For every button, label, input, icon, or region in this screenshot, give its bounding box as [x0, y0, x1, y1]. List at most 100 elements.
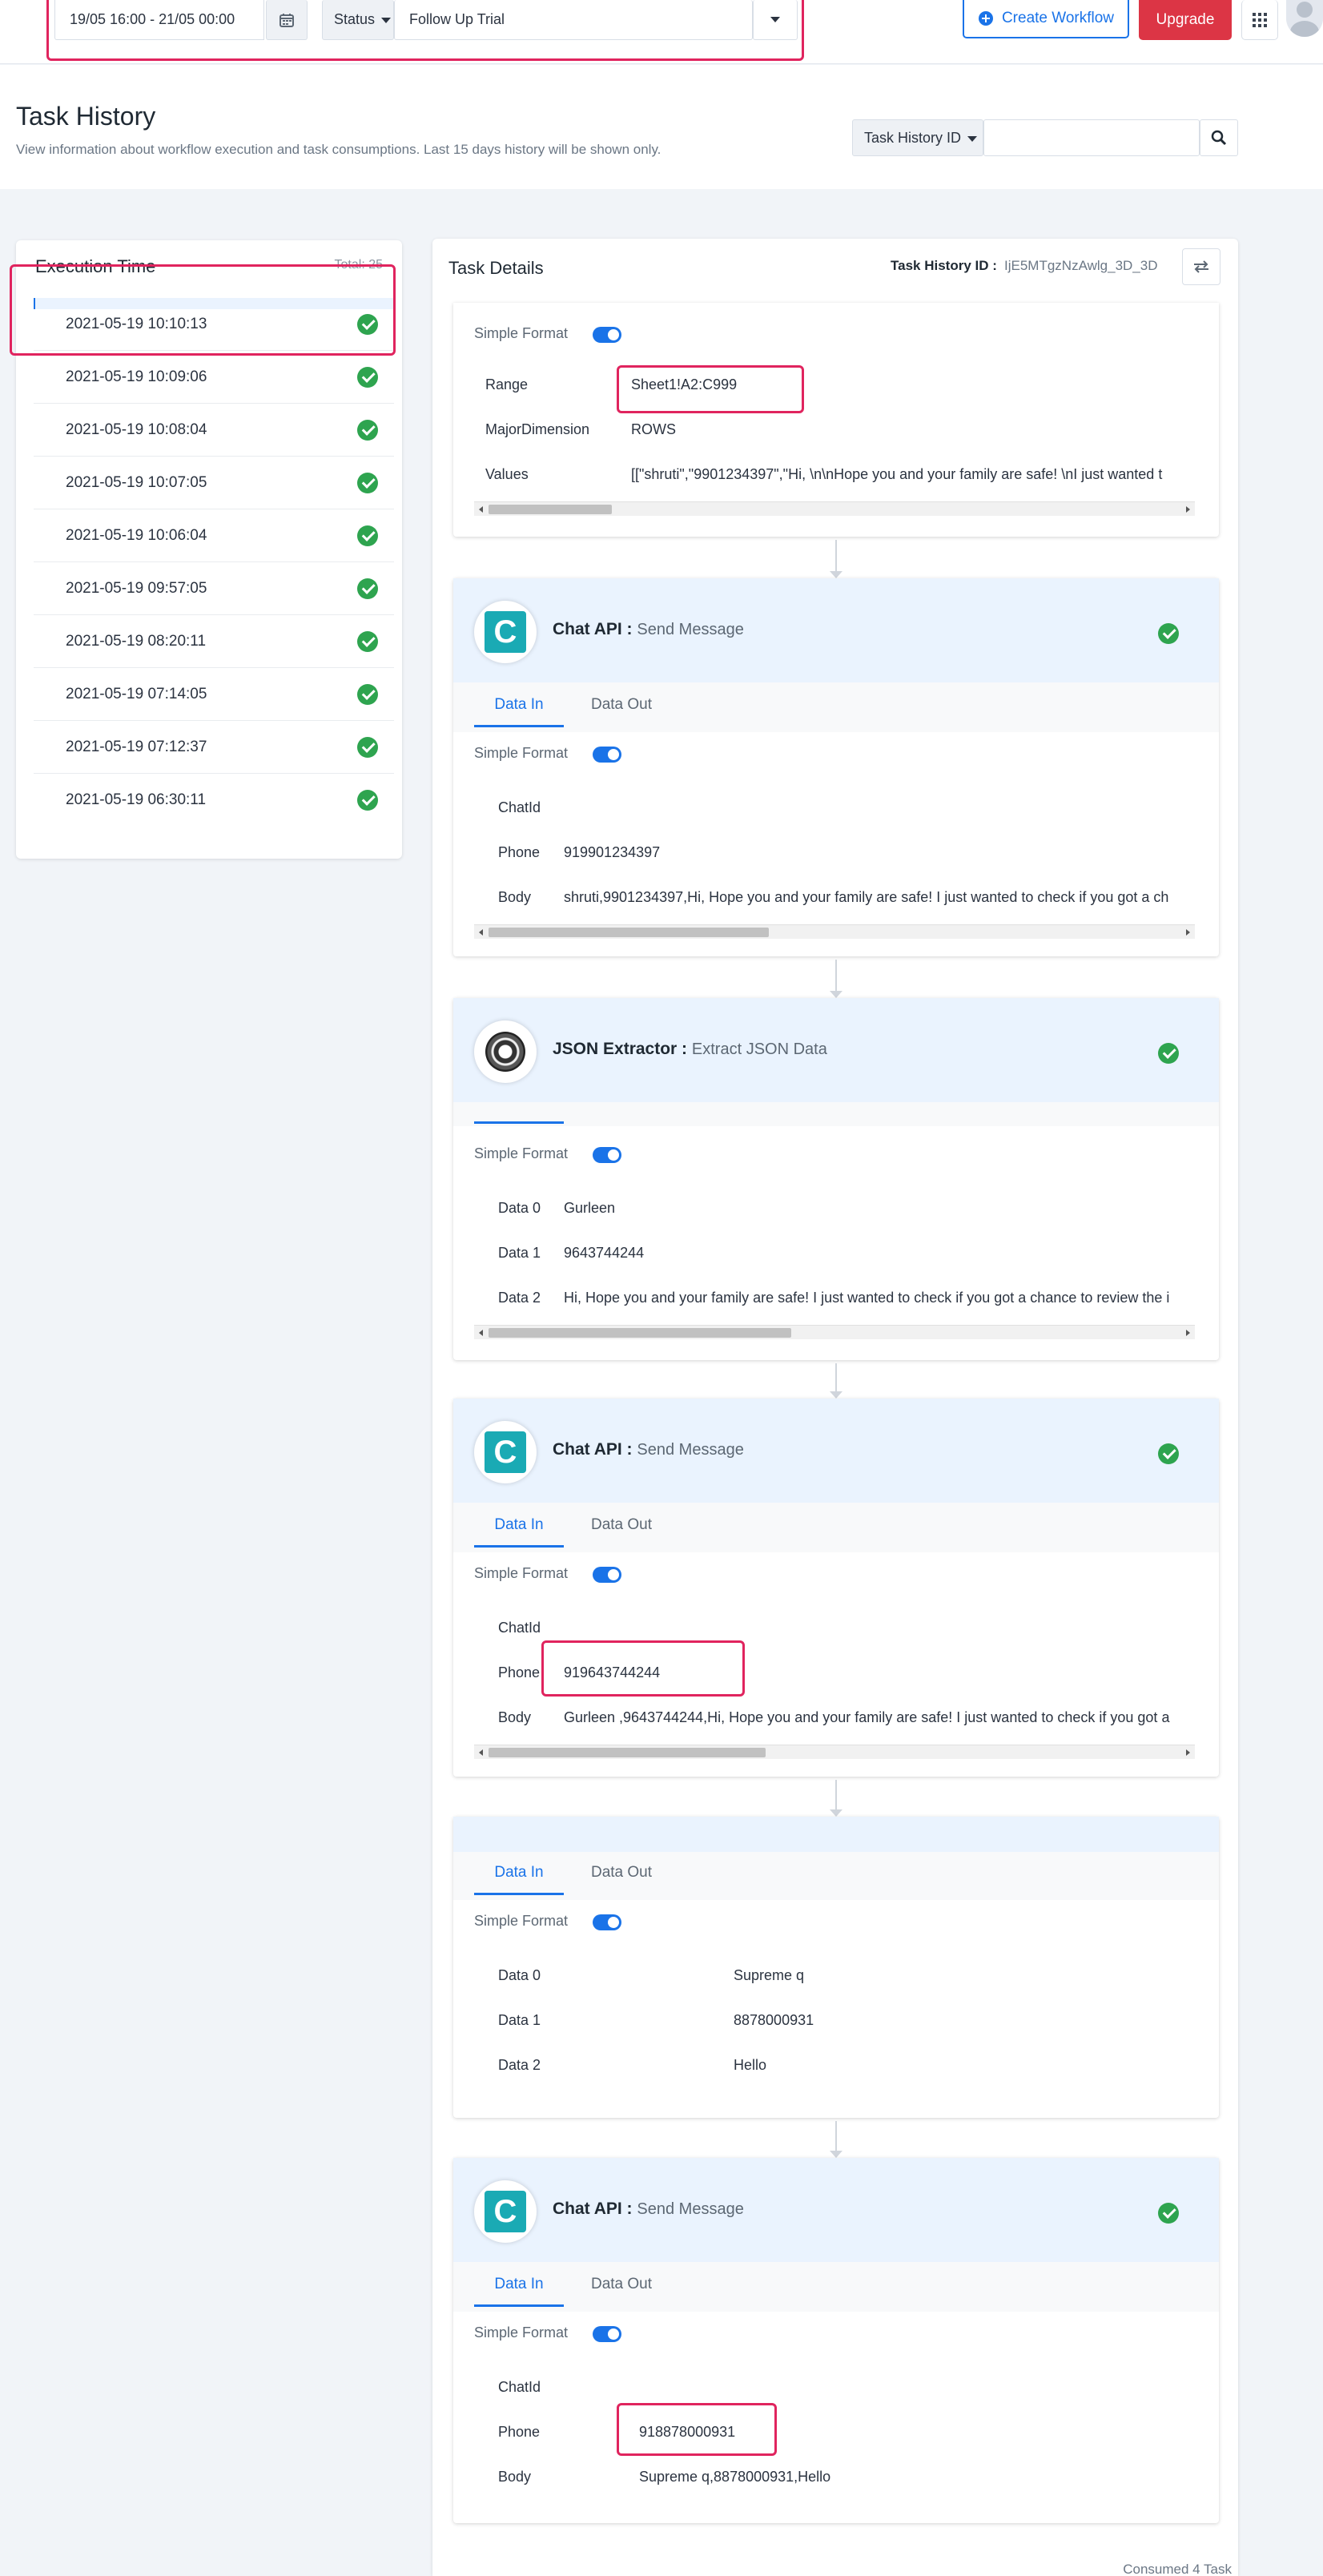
success-check-icon: [1158, 1043, 1179, 1064]
tab-data-in[interactable]: Data In: [474, 2265, 564, 2307]
data-table: ChatId Phone 919643744244 Body Gurleen ,96…: [485, 1602, 1195, 1745]
simple-format-toggle[interactable]: [593, 1147, 621, 1163]
top-bar: 19/05 16:00 - 21/05 00:00 Status Follow …: [0, 0, 1323, 64]
upgrade-label: Upgrade: [1156, 11, 1215, 28]
execution-time: 2021-05-19 07:14:05: [66, 686, 207, 702]
tab-data-out[interactable]: Data Out: [577, 1854, 666, 1895]
success-check-icon: [357, 525, 378, 546]
swap-icon: [1194, 260, 1208, 273]
chat-api-logo: C: [474, 2180, 537, 2243]
execution-row[interactable]: 2021-05-19 09:57:05: [34, 562, 394, 615]
apps-grid-button[interactable]: [1241, 0, 1278, 40]
page-title: Task History: [16, 102, 156, 131]
search-button[interactable]: [1200, 119, 1238, 156]
simple-format-toggle[interactable]: [593, 2326, 621, 2342]
tab-data-in[interactable]: Data In: [474, 1854, 564, 1895]
app-name: Chat API :: [553, 1440, 633, 1459]
execution-row[interactable]: 2021-05-19 06:30:11: [34, 774, 394, 827]
step-connector: [830, 960, 842, 998]
scroll-thumb[interactable]: [489, 1328, 791, 1338]
simple-format-label: Simple Format: [474, 1913, 569, 1929]
action-name: Send Message: [637, 621, 744, 638]
search-input[interactable]: [983, 119, 1200, 156]
card-title: Chat API : Send Message: [553, 620, 744, 639]
execution-row[interactable]: 2021-05-19 07:12:37: [34, 721, 394, 774]
tab-data-in[interactable]: Data In: [474, 1506, 564, 1548]
simple-format-toggle[interactable]: [593, 1914, 621, 1930]
swap-button[interactable]: [1182, 248, 1220, 285]
simple-format-toggle[interactable]: [593, 747, 621, 763]
chat-api-icon: C: [485, 1431, 526, 1473]
simple-format-label: Simple Format: [474, 745, 569, 761]
execution-time: 2021-05-19 07:12:37: [66, 739, 207, 755]
data-table: Data 0 Gurleen Data 1 9643744244 Data 2 Hi,…: [485, 1182, 1195, 1325]
field-key: ChatId: [498, 799, 541, 815]
horizontal-scrollbar[interactable]: [474, 1745, 1195, 1759]
workflow-select[interactable]: Follow Up Trial: [394, 0, 753, 40]
tab-data-out[interactable]: Data Out: [577, 686, 666, 727]
chat-api-logo: C: [474, 1421, 537, 1483]
scroll-right-icon: [1186, 1330, 1190, 1336]
execution-row[interactable]: 2021-05-19 10:07:05: [34, 457, 394, 509]
execution-time: 2021-05-19 10:07:05: [66, 474, 207, 491]
success-check-icon: [357, 684, 378, 705]
tab-data-out[interactable]: Data Out: [577, 1506, 666, 1548]
horizontal-scrollbar[interactable]: [474, 501, 1195, 516]
execution-row[interactable]: 2021-05-19 10:10:13: [34, 298, 394, 351]
chevron-down-icon: [770, 17, 780, 22]
field-value: 918878000931: [639, 2424, 736, 2440]
tab-data-in[interactable]: Data In: [474, 686, 564, 727]
action-name: Extract JSON Data: [691, 1040, 827, 1058]
json-extractor-logo: [474, 1020, 537, 1083]
search-type-dropdown[interactable]: Task History ID: [852, 119, 983, 156]
create-workflow-button[interactable]: Create Workflow: [963, 0, 1129, 38]
success-check-icon: [357, 367, 378, 388]
action-name: Send Message: [637, 1441, 744, 1459]
field-key: Body: [498, 2469, 532, 2485]
scroll-thumb[interactable]: [489, 928, 769, 937]
chat-api-icon: C: [485, 611, 526, 653]
step-connector: [830, 1780, 842, 1817]
calendar-button[interactable]: [266, 0, 308, 40]
card-title: Chat API : Send Message: [553, 1440, 744, 1459]
execution-row[interactable]: 2021-05-19 10:09:06: [34, 351, 394, 404]
action-name: Send Message: [637, 2200, 744, 2218]
user-icon: [1290, 2, 1319, 37]
execution-row[interactable]: 2021-05-19 07:14:05: [34, 668, 394, 721]
field-key: Range: [485, 376, 529, 392]
field-key: Data 2: [498, 1290, 541, 1306]
execution-row[interactable]: 2021-05-19 08:20:11: [34, 615, 394, 668]
field-value: Sheet1!A2:C999: [631, 376, 738, 392]
horizontal-scrollbar[interactable]: [474, 1325, 1195, 1339]
date-range-input[interactable]: 19/05 16:00 - 21/05 00:00: [54, 0, 264, 40]
execution-row[interactable]: 2021-05-19 10:08:04: [34, 404, 394, 457]
simple-format-toggle[interactable]: [593, 1567, 621, 1583]
step-connector: [830, 1363, 842, 1399]
field-value: 919643744244: [564, 1664, 661, 1680]
avatar[interactable]: [1286, 0, 1323, 37]
simple-format-toggle[interactable]: [593, 327, 621, 343]
execution-time: 2021-05-19 10:06:04: [66, 527, 207, 544]
field-key: Values: [485, 466, 529, 482]
scroll-left-icon: [479, 929, 483, 936]
success-check-icon: [357, 737, 378, 758]
field-value: shruti,9901234397,Hi, Hope you and your …: [564, 889, 1169, 905]
field-value: 9643744244: [564, 1245, 645, 1261]
task-card-chat-api: C Chat API : Send Message Data In Data O…: [453, 578, 1219, 956]
status-dropdown[interactable]: Status: [322, 0, 394, 40]
field-key: ChatId: [498, 2379, 541, 2395]
upgrade-button[interactable]: Upgrade: [1139, 0, 1232, 40]
task-card-json-extractor: JSON Extractor : Extract JSON Data Simpl…: [453, 998, 1219, 1360]
scroll-right-icon: [1186, 929, 1190, 936]
simple-format-label: Simple Format: [474, 325, 569, 341]
scroll-left-icon: [479, 1749, 483, 1756]
execution-panel: Execution Time Total: 25 2021-05-19 10:1…: [16, 240, 402, 859]
tab-data-out[interactable]: Data Out: [577, 2265, 666, 2307]
chevron-down-icon: [967, 135, 978, 142]
workflow-select-toggle[interactable]: [753, 0, 798, 40]
horizontal-scrollbar[interactable]: [474, 924, 1195, 939]
scroll-thumb[interactable]: [489, 505, 612, 514]
execution-row[interactable]: 2021-05-19 10:06:04: [34, 509, 394, 562]
scroll-thumb[interactable]: [489, 1748, 766, 1757]
execution-time: 2021-05-19 09:57:05: [66, 580, 207, 597]
